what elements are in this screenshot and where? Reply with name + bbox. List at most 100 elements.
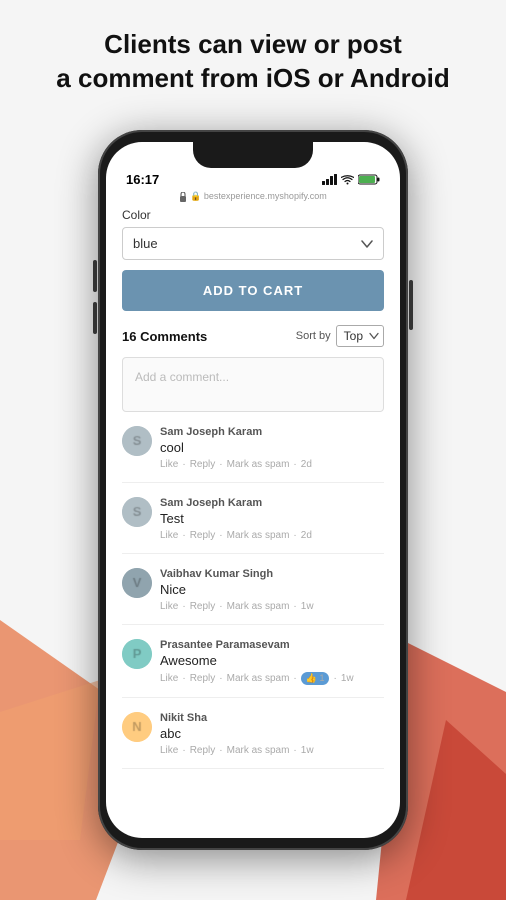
action-separator: · [182,530,185,541]
phone-bezel: 16:17 [98,130,408,850]
action-mark-as-spam[interactable]: Mark as spam [227,459,290,470]
action-separator: · [219,459,222,470]
page-title: Clients can view or post a comment from … [40,28,466,96]
comment-body: Prasantee ParamasevamAwesomeLike·Reply·M… [160,639,384,685]
comment-actions: Like·Reply·Mark as spam·1w [160,601,384,612]
header-section: Clients can view or post a comment from … [0,28,506,96]
comments-list: Sam Joseph KaramcoolLike·Reply·Mark as s… [122,426,384,769]
action-separator: · [219,601,222,612]
like-badge: 👍 1 [301,672,330,685]
add-to-cart-button[interactable]: ADD TO CART [122,270,384,311]
sort-by-section: Sort by Top [296,325,384,347]
action-separator: · [219,673,222,684]
avatar-image [122,639,152,669]
comment-input[interactable]: Add a comment... [122,357,384,412]
avatar [122,639,152,669]
battery-icon [358,174,380,185]
comment-author: Sam Joseph Karam [160,426,384,438]
action-reply[interactable]: Reply [190,459,216,470]
action-like[interactable]: Like [160,745,178,756]
comment-item: Sam Joseph KaramcoolLike·Reply·Mark as s… [122,426,384,483]
action-like[interactable]: Like [160,459,178,470]
comment-body: Sam Joseph KaramTestLike·Reply·Mark as s… [160,497,384,541]
action-mark-as-spam[interactable]: Mark as spam [227,673,290,684]
action-mark-as-spam[interactable]: Mark as spam [227,530,290,541]
action-separator: · [182,459,185,470]
comment-author: Nikit Sha [160,712,384,724]
wifi-icon [341,175,354,185]
sort-value: Top [344,329,363,343]
time-separator: · [333,673,336,684]
action-reply[interactable]: Reply [190,530,216,541]
color-dropdown[interactable]: blue [122,227,384,260]
avatar [122,712,152,742]
phone-notch [193,142,313,168]
comment-time: 2d [301,459,312,470]
avatar-image [122,568,152,598]
time-separator: · [293,745,296,756]
avatar [122,426,152,456]
avatar-image [122,712,152,742]
action-mark-as-spam[interactable]: Mark as spam [227,601,290,612]
url-bar: 🔒 bestexperience.myshopify.com [106,191,400,208]
sort-chevron-icon [369,333,379,340]
avatar [122,497,152,527]
phone-mockup: 16:17 [98,130,408,850]
action-reply[interactable]: Reply [190,745,216,756]
color-section: Color blue [122,208,384,260]
comment-item: Sam Joseph KaramTestLike·Reply·Mark as s… [122,497,384,554]
time-separator: · [293,459,296,470]
comment-body: Sam Joseph KaramcoolLike·Reply·Mark as s… [160,426,384,470]
action-like[interactable]: Like [160,601,178,612]
action-separator: · [293,673,296,684]
color-value: blue [133,236,158,251]
action-separator: · [219,745,222,756]
action-separator: · [182,601,185,612]
comment-item: Vaibhav Kumar SinghNiceLike·Reply·Mark a… [122,568,384,625]
comment-text: cool [160,440,384,455]
signal-icon [322,174,337,185]
avatar-image [122,497,152,527]
action-like[interactable]: Like [160,673,178,684]
comment-author: Vaibhav Kumar Singh [160,568,384,580]
sort-dropdown[interactable]: Top [336,325,384,347]
comment-time: 1w [341,673,354,684]
action-like[interactable]: Like [160,530,178,541]
comment-body: Nikit ShaabcLike·Reply·Mark as spam·1w [160,712,384,756]
screen-content[interactable]: Color blue ADD TO CART 16 Comments Sort … [106,208,400,834]
time-separator: · [293,601,296,612]
comment-placeholder: Add a comment... [135,370,229,384]
comment-text: Awesome [160,653,384,668]
status-icons [322,174,380,185]
comment-text: Test [160,511,384,526]
sort-by-label: Sort by [296,330,331,342]
comment-actions: Like·Reply·Mark as spam·1w [160,745,384,756]
comment-text: Nice [160,582,384,597]
vol-up-button [93,260,97,292]
comments-count: 16 Comments [122,329,207,344]
comment-author: Prasantee Paramasevam [160,639,384,651]
action-separator: · [182,745,185,756]
vol-down-button [93,302,97,334]
action-reply[interactable]: Reply [190,673,216,684]
avatar-image [122,426,152,456]
action-separator: · [182,673,185,684]
comment-time: 2d [301,530,312,541]
comment-actions: Like·Reply·Mark as spam·👍 1·1w [160,672,384,685]
comment-time: 1w [301,745,314,756]
comment-text: abc [160,726,384,741]
comment-body: Vaibhav Kumar SinghNiceLike·Reply·Mark a… [160,568,384,612]
power-button [409,280,413,330]
time-separator: · [293,530,296,541]
comment-actions: Like·Reply·Mark as spam·2d [160,459,384,470]
action-mark-as-spam[interactable]: Mark as spam [227,745,290,756]
comment-item: Nikit ShaabcLike·Reply·Mark as spam·1w [122,712,384,769]
phone-screen: 16:17 [106,142,400,838]
action-separator: · [219,530,222,541]
comment-author: Sam Joseph Karam [160,497,384,509]
lock-icon [179,192,187,202]
comment-actions: Like·Reply·Mark as spam·2d [160,530,384,541]
comment-item: Prasantee ParamasevamAwesomeLike·Reply·M… [122,639,384,698]
action-reply[interactable]: Reply [190,601,216,612]
chevron-down-icon [361,240,373,248]
